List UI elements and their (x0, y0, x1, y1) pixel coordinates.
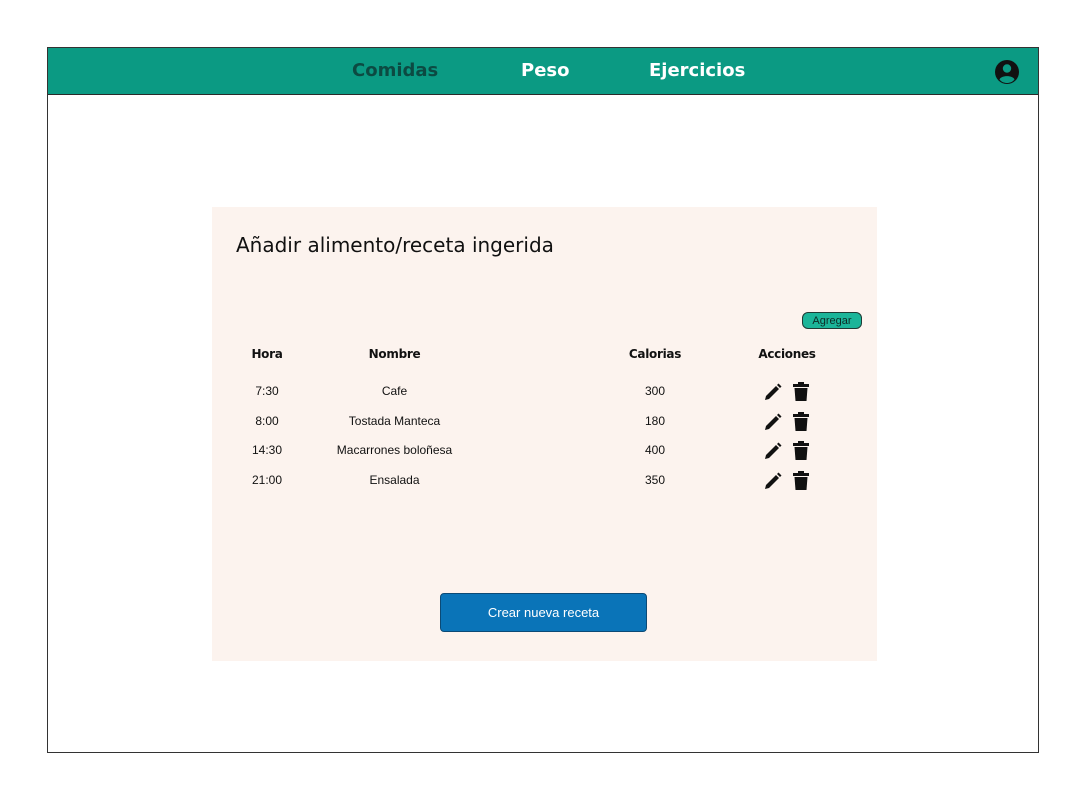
cell-hora: 14:30 (251, 443, 283, 457)
user-circle-icon[interactable] (994, 59, 1020, 85)
pencil-icon[interactable] (764, 471, 782, 491)
app-frame: Comidas Peso Ejercicios Añadir alimento/… (47, 47, 1039, 753)
row-actions (764, 441, 814, 461)
nav-comidas[interactable]: Comidas (352, 60, 438, 82)
row-actions (764, 412, 814, 432)
cell-calorias: 400 (644, 443, 666, 457)
pencil-icon[interactable] (764, 412, 782, 432)
nav-peso[interactable]: Peso (521, 60, 569, 82)
cell-nombre: Macarrones boloñesa (336, 443, 453, 457)
trash-icon[interactable] (792, 471, 810, 491)
cell-nombre: Ensalada (369, 473, 420, 487)
trash-icon[interactable] (792, 441, 810, 461)
header-acciones: Acciones (758, 347, 816, 361)
header-nombre: Nombre (368, 347, 421, 361)
cell-hora: 8:00 (255, 414, 279, 428)
header-hora: Hora (251, 347, 283, 361)
row-actions (764, 382, 814, 402)
cell-nombre: Tostada Manteca (348, 414, 441, 428)
cell-nombre: Cafe (381, 384, 408, 398)
cell-calorias: 180 (644, 414, 666, 428)
trash-icon[interactable] (792, 382, 810, 402)
cell-hora: 7:30 (255, 384, 279, 398)
top-nav-bar: Comidas Peso Ejercicios (48, 48, 1038, 95)
food-log-panel: Añadir alimento/receta ingerida Agregar … (212, 207, 877, 661)
pencil-icon[interactable] (764, 382, 782, 402)
pencil-icon[interactable] (764, 441, 782, 461)
cell-calorias: 350 (644, 473, 666, 487)
create-recipe-button[interactable]: Crear nueva receta (440, 593, 647, 632)
add-button[interactable]: Agregar (802, 312, 862, 329)
cell-calorias: 300 (644, 384, 666, 398)
cell-hora: 21:00 (251, 473, 283, 487)
trash-icon[interactable] (792, 412, 810, 432)
nav-ejercicios[interactable]: Ejercicios (649, 60, 745, 82)
row-actions (764, 471, 814, 491)
header-calorias: Calorias (628, 347, 682, 361)
panel-title: Añadir alimento/receta ingerida (236, 233, 554, 257)
